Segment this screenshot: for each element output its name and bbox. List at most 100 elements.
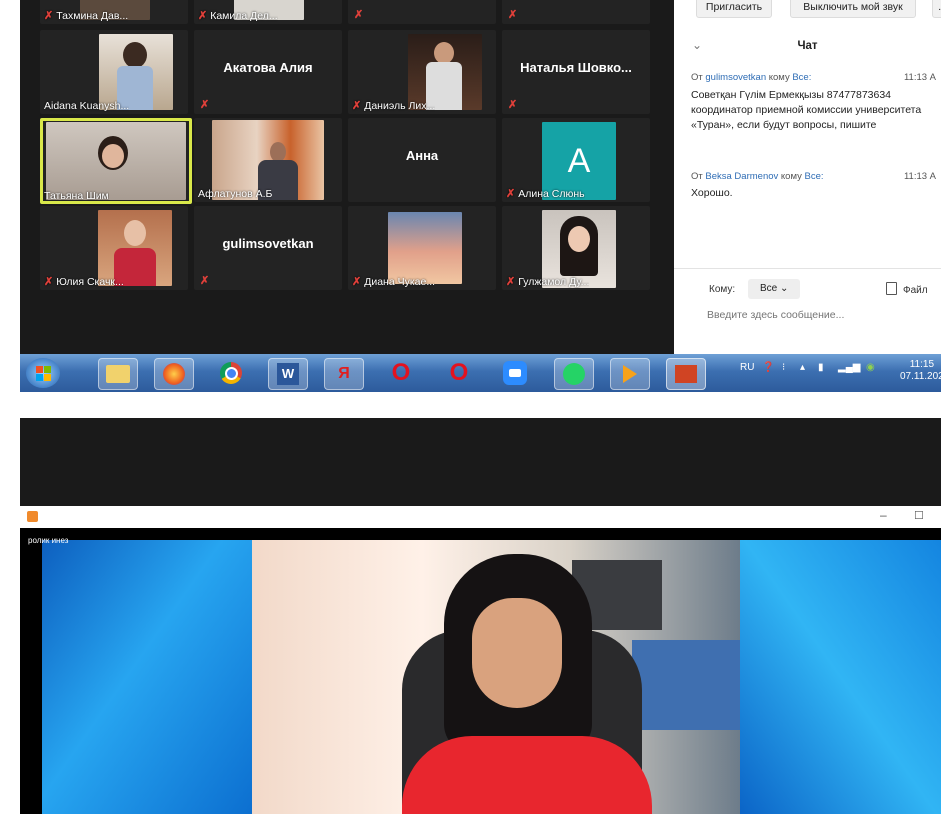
chrome-icon[interactable] xyxy=(212,358,250,388)
clock-date: 07.11.202 xyxy=(900,371,941,382)
mic-muted-icon: ✗ xyxy=(198,10,208,22)
participant-name: ✗ Камила Дел... xyxy=(198,10,278,22)
chat-timestamp: 11:13 А xyxy=(903,72,936,83)
minimize-button[interactable]: – xyxy=(880,508,887,522)
chat-panel: Пригласить Выключить мой звук … ⌄ Чат От… xyxy=(674,0,941,354)
mic-muted-icon: ✗ xyxy=(44,10,54,22)
update-icon[interactable]: ◉ xyxy=(866,362,875,373)
clock[interactable]: 11:15 07.11.202 xyxy=(900,359,941,383)
chat-message-header: От Beksa Darmenov кому Все: 11:13 А xyxy=(691,171,936,182)
red-blouse xyxy=(402,736,652,814)
message-input[interactable] xyxy=(707,306,927,324)
zoom-meeting-screenshot: ✗ Тахмина Дав... ✗ Камила Дел... ✗ ✗ Aidan… xyxy=(20,0,941,354)
opera-icon[interactable]: O xyxy=(382,358,420,388)
mic-muted-icon: ✗ xyxy=(352,276,362,288)
tray-icon[interactable]: ⁝ xyxy=(782,362,785,373)
participant-name: ✗ Юлия Скачк... xyxy=(44,276,124,288)
chat-message-text: Хорошо. xyxy=(691,187,733,199)
whatsapp-icon[interactable] xyxy=(554,358,594,390)
face xyxy=(472,598,562,708)
maximize-button[interactable]: ☐ xyxy=(914,509,924,522)
desktop-background xyxy=(740,540,941,814)
chat-title: Чат xyxy=(797,40,818,52)
file-button[interactable]: Файл xyxy=(886,282,928,296)
participant-grid: ✗ Тахмина Дав... ✗ Камила Дел... ✗ ✗ Aidan… xyxy=(20,0,674,354)
mic-muted-icon: ✗ xyxy=(352,100,362,112)
language-indicator[interactable]: RU xyxy=(740,362,754,373)
chat-message-header: От gulimsovetkan кому Все: 11:13 А xyxy=(691,72,936,83)
mic-muted-icon: ✗ xyxy=(508,9,518,21)
mic-muted-icon: ✗ xyxy=(506,276,516,288)
file-icon xyxy=(886,282,897,295)
participant-name: ✗ Даниэль Лих... xyxy=(352,100,436,112)
participant-display-name: Анна xyxy=(405,148,439,163)
shelf xyxy=(632,640,740,730)
powerpoint-icon[interactable] xyxy=(666,358,706,390)
show-hidden-icons-icon[interactable]: ▴ xyxy=(800,362,805,373)
participant-tile[interactable]: Наталья Шовко... ✗ xyxy=(502,30,650,114)
participant-tile[interactable]: ✗ xyxy=(502,0,650,24)
zoom-icon[interactable] xyxy=(496,358,534,388)
mic-muted-icon: ✗ xyxy=(354,9,364,21)
participant-tile[interactable]: Анна xyxy=(348,118,496,202)
mic-muted-icon: ✗ xyxy=(200,275,210,287)
participant-name: ✗ Гулжамол Ду... xyxy=(506,276,590,288)
chevron-down-icon: ⌄ xyxy=(780,283,789,294)
participant-tile[interactable]: ✗ Гулжамол Ду... xyxy=(502,206,650,290)
mic-muted-icon: ✗ xyxy=(200,99,210,111)
participant-video xyxy=(46,122,186,200)
participant-name: Афлатунов А.Б xyxy=(198,188,273,200)
mic-muted-icon: ✗ xyxy=(508,99,518,111)
windows-logo-icon xyxy=(35,365,51,381)
word-icon[interactable]: W xyxy=(268,358,308,390)
media-player-icon[interactable] xyxy=(610,358,650,390)
participant-display-name: Акатова Алия xyxy=(223,60,313,75)
taskbar: W Я O O RU ❓ ⁝ ▴ ▮ ▂▄▆ ◉ 11:15 07.11.202 xyxy=(20,354,941,392)
participant-display-name: Наталья Шовко... xyxy=(520,60,632,75)
window-title-bar: – ☐ xyxy=(20,506,941,528)
yandex-icon[interactable]: Я xyxy=(324,358,364,390)
participant-tile[interactable]: ✗ Юлия Скачк... xyxy=(40,206,188,290)
signal-icon[interactable]: ▂▄▆ xyxy=(838,362,860,373)
participant-name: ✗ Тахмина Дав... xyxy=(44,10,129,22)
firefox-icon[interactable] xyxy=(154,358,194,390)
participant-tile[interactable]: A ✗ Алина Слюнь xyxy=(502,118,650,202)
participant-display-name: gulimsovetkan xyxy=(222,236,314,251)
participant-name: Aidana Kuanysh... xyxy=(44,100,130,112)
chat-sender[interactable]: Beksa Darmenov xyxy=(705,171,778,182)
participant-video xyxy=(99,34,173,110)
window-label: ролик инез xyxy=(28,536,69,545)
chat-sender[interactable]: gulimsovetkan xyxy=(705,72,766,83)
participant-tile-active-speaker[interactable]: Татьяна Шим xyxy=(40,118,192,204)
video-player[interactable]: ролик инез xyxy=(20,528,941,814)
mic-muted-icon: ✗ xyxy=(506,188,516,200)
participant-tile[interactable]: ✗ Даниэль Лих... xyxy=(348,30,496,114)
participant-tile[interactable]: Aidana Kuanysh... xyxy=(40,30,188,114)
desktop-background xyxy=(42,540,252,814)
participant-tile[interactable]: ✗ Тахмина Дав... xyxy=(40,0,188,24)
chat-message-text: Советқан Гүлім Ермекқызы 87477873634 коо… xyxy=(691,89,922,131)
app-icon xyxy=(27,511,38,522)
participant-tile[interactable]: ✗ Камила Дел... xyxy=(194,0,342,24)
participant-tile[interactable]: ✗ Диана Чукае... xyxy=(348,206,496,290)
clock-time: 11:15 xyxy=(909,359,935,370)
mic-muted-icon: ✗ xyxy=(44,276,54,288)
opera-icon[interactable]: O xyxy=(440,358,478,388)
participant-tile[interactable]: gulimsovetkan ✗ xyxy=(194,206,342,290)
recipient-dropdown[interactable]: Все ⌄ xyxy=(748,279,800,299)
start-button[interactable] xyxy=(26,358,60,388)
divider xyxy=(674,268,941,269)
to-label: Кому: xyxy=(709,284,736,295)
invite-button[interactable]: Пригласить xyxy=(696,0,772,18)
network-icon[interactable]: ▮ xyxy=(818,362,824,373)
participant-tile[interactable]: Афлатунов А.Б xyxy=(194,118,342,202)
participant-name: ✗ Диана Чукае... xyxy=(352,276,436,288)
participant-tile[interactable]: ✗ xyxy=(348,0,496,24)
participant-tile[interactable]: Акатова Алия ✗ xyxy=(194,30,342,114)
help-icon[interactable]: ❓ xyxy=(762,362,774,373)
participant-video xyxy=(388,212,462,284)
mute-me-button[interactable]: Выключить мой звук xyxy=(790,0,916,18)
speaker-video xyxy=(252,540,740,814)
more-button[interactable]: … xyxy=(932,0,941,18)
file-explorer-icon[interactable] xyxy=(98,358,138,390)
